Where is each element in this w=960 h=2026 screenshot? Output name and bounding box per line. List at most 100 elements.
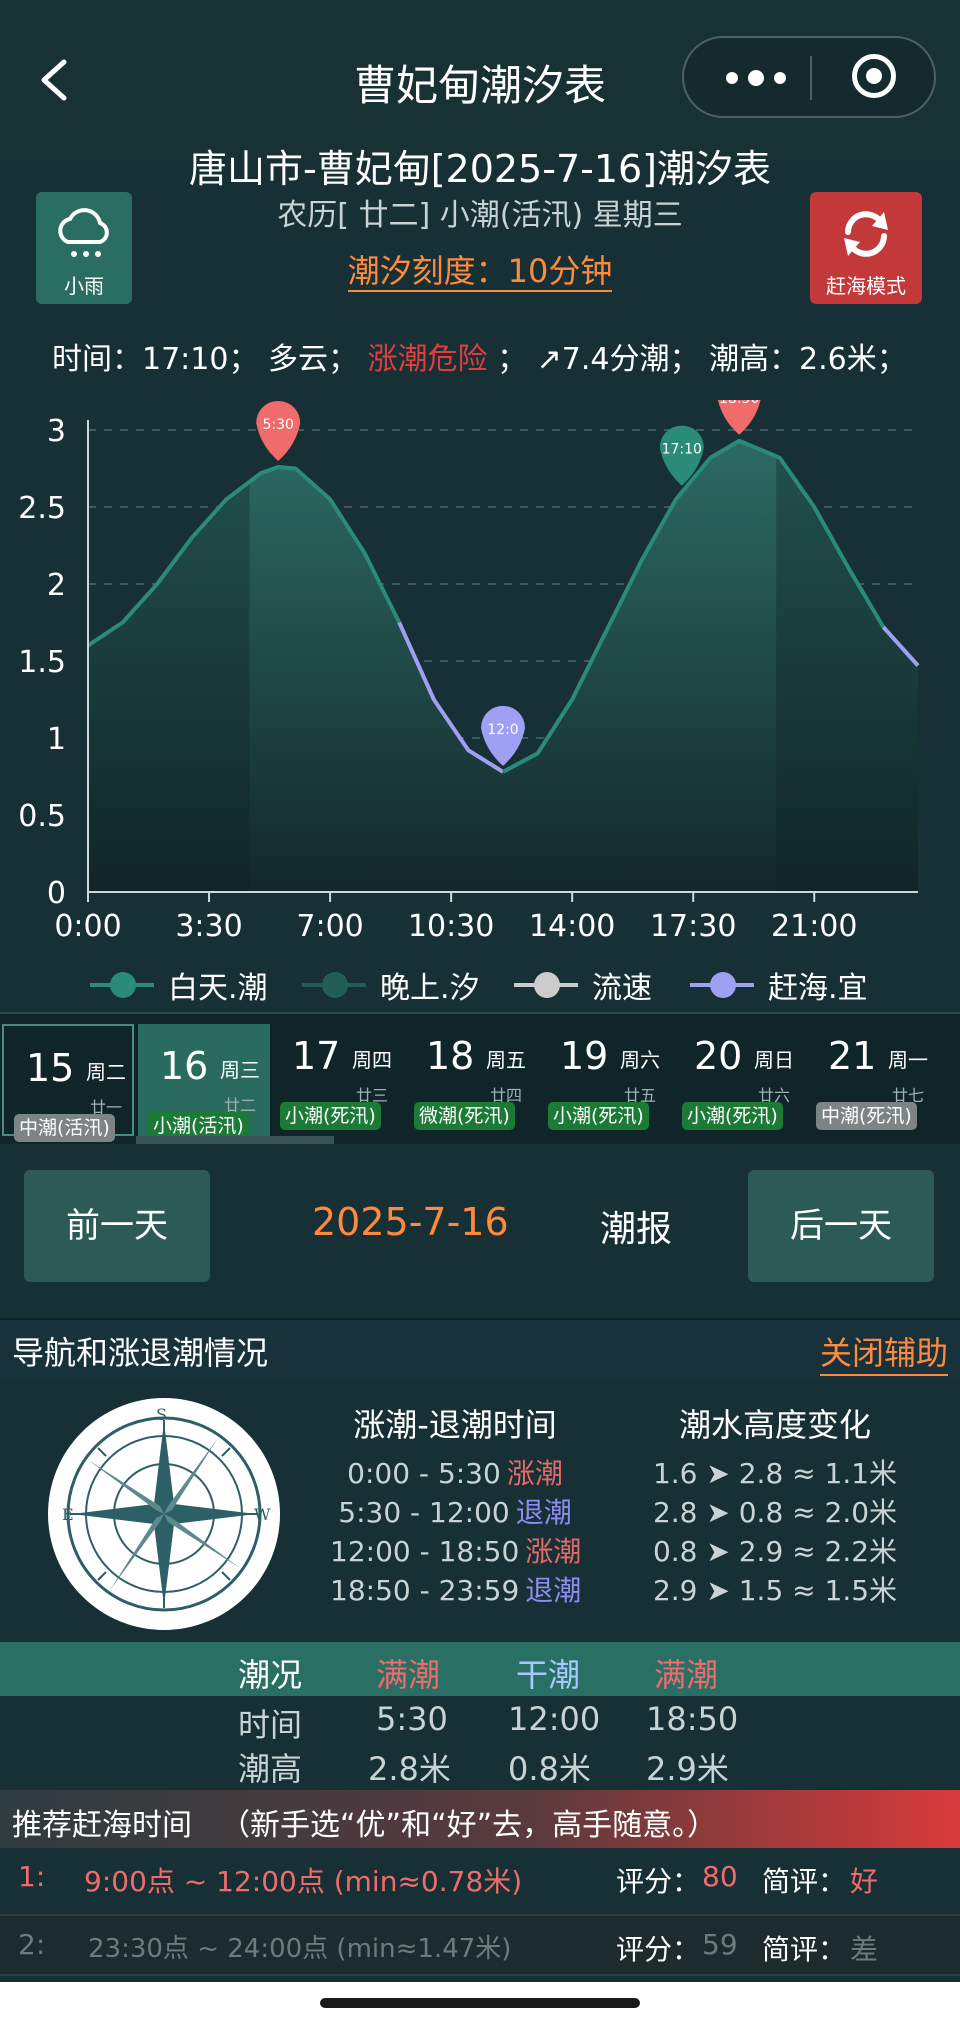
y-tick-label: 2.5 xyxy=(18,491,66,526)
table-cell: 18:50 xyxy=(646,1700,739,1738)
tide-type-badge: 小潮(死汛) xyxy=(548,1102,649,1130)
marker-label: 17:10 xyxy=(662,442,702,458)
marker-label: 12:0 xyxy=(487,722,518,738)
mini-program-capsule xyxy=(682,36,936,118)
date-item[interactable]: 16 周三 廿二 小潮(活汛) xyxy=(138,1024,270,1140)
date-item[interactable]: 18 周五 廿四 微潮(死汛) xyxy=(404,1014,536,1134)
date-weekday: 周日 xyxy=(754,1048,794,1072)
recommend-title: 推荐赶海时间 xyxy=(12,1808,192,1843)
compass-image: S E W xyxy=(48,1398,280,1630)
table-cell: 5:30 xyxy=(376,1700,448,1738)
more-menu-button[interactable] xyxy=(722,58,792,94)
legend-label: 白天.潮 xyxy=(168,971,268,1006)
tide-time-range: 0:00 - 5:30 xyxy=(347,1457,501,1490)
tide-table-title: 唐山市-曹妃甸[2025-7-16]潮汐表 xyxy=(188,147,772,191)
date-strip[interactable]: 15 周二 廿一 中潮(活汛) 16 周三 廿二 小潮(活汛) 17 周四 廿三 小潮(死汛) 18 周五… xyxy=(0,1012,960,1144)
prev-day-button[interactable]: 前一天 xyxy=(24,1170,210,1282)
table-row-height: 潮高 2.8米 0.8米 2.9米 xyxy=(0,1744,960,1788)
review-value: 好 xyxy=(850,1865,879,1898)
legend-item-night[interactable]: 晚上.汐 xyxy=(302,960,480,1010)
weather-button[interactable]: 小雨 xyxy=(36,192,132,304)
legend-label: 晚上.汐 xyxy=(380,971,480,1006)
tide-time-row: 18:50 - 23:59 退潮 xyxy=(330,1571,582,1610)
date-item[interactable]: 21 周一 廿七 中潮(死汛) xyxy=(806,1014,938,1134)
x-tick-label: 3:30 xyxy=(175,909,242,940)
height-change-column: 潮水高度变化 1.6 ➤ 2.8 ≈ 1.1米 2.8 ➤ 0.8 ≈ 2.0米… xyxy=(640,1400,910,1610)
height-change-row: 0.8 ➤ 2.9 ≈ 2.2米 xyxy=(652,1535,898,1568)
legend-item-speed[interactable]: 流速 xyxy=(514,960,652,1010)
recommend-item[interactable]: 2: 23:30点 ~ 24:00点 (min≈1.47米) 评分： 59 简评… xyxy=(0,1914,960,1976)
table-cell: 2.8米 xyxy=(368,1750,451,1788)
date-item[interactable]: 17 周四 廿三 小潮(死汛) xyxy=(270,1014,402,1134)
recommend-item[interactable]: 1: 9:00点 ~ 12:00点 (min≈0.78米) 评分： 80 简评：… xyxy=(0,1848,960,1906)
status-height: 潮高：2.6米； xyxy=(709,342,907,377)
date-item[interactable]: 19 周六 廿五 小潮(死汛) xyxy=(538,1014,670,1134)
target-icon xyxy=(866,68,882,84)
x-tick-label: 14:00 xyxy=(529,909,615,940)
home-indicator[interactable] xyxy=(320,1998,640,2008)
legend-label: 赶海.宜 xyxy=(768,971,868,1006)
table-row-time: 时间 5:30 12:00 18:50 xyxy=(0,1700,960,1744)
tide-type-badge: 微潮(死汛) xyxy=(414,1102,515,1130)
tide-time-type: 涨潮 xyxy=(506,1457,563,1490)
tide-type-badge: 小潮(死汛) xyxy=(682,1102,783,1130)
close-miniprogram-button[interactable] xyxy=(852,54,896,98)
date-number: 18 xyxy=(426,1034,475,1078)
section-title: 导航和涨退潮情况 xyxy=(12,1334,269,1372)
date-number: 20 xyxy=(694,1034,743,1078)
legend-item-beach[interactable]: 赶海.宜 xyxy=(690,960,868,1010)
review-label: 简评： xyxy=(762,1933,847,1966)
tide-time-range: 5:30 - 12:00 xyxy=(338,1496,510,1529)
legend-dot-icon xyxy=(534,972,560,998)
svg-text:S: S xyxy=(156,1405,167,1424)
tide-time-row: 5:30 - 12:00 退潮 xyxy=(330,1493,580,1532)
date-number: 16 xyxy=(160,1044,209,1088)
date-strip-scrollbar[interactable] xyxy=(136,1136,334,1144)
tide-time-range: 18:50 - 23:59 xyxy=(330,1574,520,1607)
date-weekday: 周一 xyxy=(888,1048,928,1072)
height-change-row: 1.6 ➤ 2.8 ≈ 1.1米 xyxy=(652,1457,898,1490)
tide-time-type: 退潮 xyxy=(525,1574,582,1607)
tide-type-badge: 小潮(死汛) xyxy=(280,1102,381,1130)
tide-marker-pin[interactable]: 5:30 xyxy=(256,400,301,461)
tide-report-link[interactable]: 潮报 xyxy=(600,1200,672,1252)
mode-button[interactable]: 赶海模式 xyxy=(810,192,922,304)
tide-type-badge: 中潮(死汛) xyxy=(816,1102,917,1130)
date-weekday: 周四 xyxy=(352,1048,392,1072)
height-change-row: 2.9 ➤ 1.5 ≈ 1.5米 xyxy=(652,1574,898,1607)
tide-time-row: 0:00 - 5:30 涨潮 xyxy=(330,1454,580,1493)
refresh-icon xyxy=(844,211,888,257)
status-weather: 多云； xyxy=(268,342,359,377)
status-line: 时间：17:10； 多云； 涨潮危险 ； ↗7.4分潮； 潮高：2.6米； xyxy=(52,334,952,378)
tide-time-type: 涨潮 xyxy=(525,1535,582,1568)
tide-type-badge: 中潮(活汛) xyxy=(14,1114,115,1142)
tide-marker-pin[interactable]: 18:50 xyxy=(717,400,761,435)
score-label: 评分： xyxy=(616,1933,701,1966)
recommend-index: 2: xyxy=(18,1928,46,1961)
tide-times-header: 涨潮-退潮时间 xyxy=(353,1406,557,1444)
y-tick-label: 0 xyxy=(47,876,66,911)
x-tick-label: 17:30 xyxy=(650,909,736,940)
tide-chart[interactable]: 0 0.5 1 1.5 2 2.5 3 0:00 3:30 7:00 10:30 14:00 17:30… xyxy=(0,400,960,940)
tide-marker-pin[interactable]: 12:0 xyxy=(481,705,525,766)
height-change-row: 2.8 ➤ 0.8 ≈ 2.0米 xyxy=(652,1496,898,1529)
y-tick-label: 1.5 xyxy=(18,645,66,680)
height-change-header: 潮水高度变化 xyxy=(678,1406,871,1444)
x-tick-label: 21:00 xyxy=(771,909,857,940)
tide-scale-link[interactable]: 潮汐刻度：10分钟 xyxy=(347,252,613,292)
svg-text:E: E xyxy=(62,1505,74,1524)
next-day-button[interactable]: 后一天 xyxy=(748,1170,934,1282)
close-assist-link[interactable]: 关闭辅助 xyxy=(819,1328,948,1376)
date-item[interactable]: 20 周日 廿六 小潮(死汛) xyxy=(672,1014,804,1134)
x-tick-label: 10:30 xyxy=(408,909,494,940)
marker-label: 5:30 xyxy=(262,417,293,433)
legend-item-day[interactable]: 白天.潮 xyxy=(90,960,268,1010)
date-item[interactable]: 15 周二 廿一 中潮(活汛) xyxy=(2,1024,134,1142)
compass-rose-icon: S E W xyxy=(62,1405,271,1612)
score-value: 80 xyxy=(702,1860,738,1893)
recommend-header: 推荐赶海时间 （新手选“优”和“好”去，高手随意。） xyxy=(0,1790,960,1848)
x-tick-label: 0:00 xyxy=(54,909,121,940)
table-cell: 2.9米 xyxy=(646,1750,729,1788)
marker-label: 18:50 xyxy=(719,400,759,407)
recommend-index: 1: xyxy=(18,1860,46,1893)
